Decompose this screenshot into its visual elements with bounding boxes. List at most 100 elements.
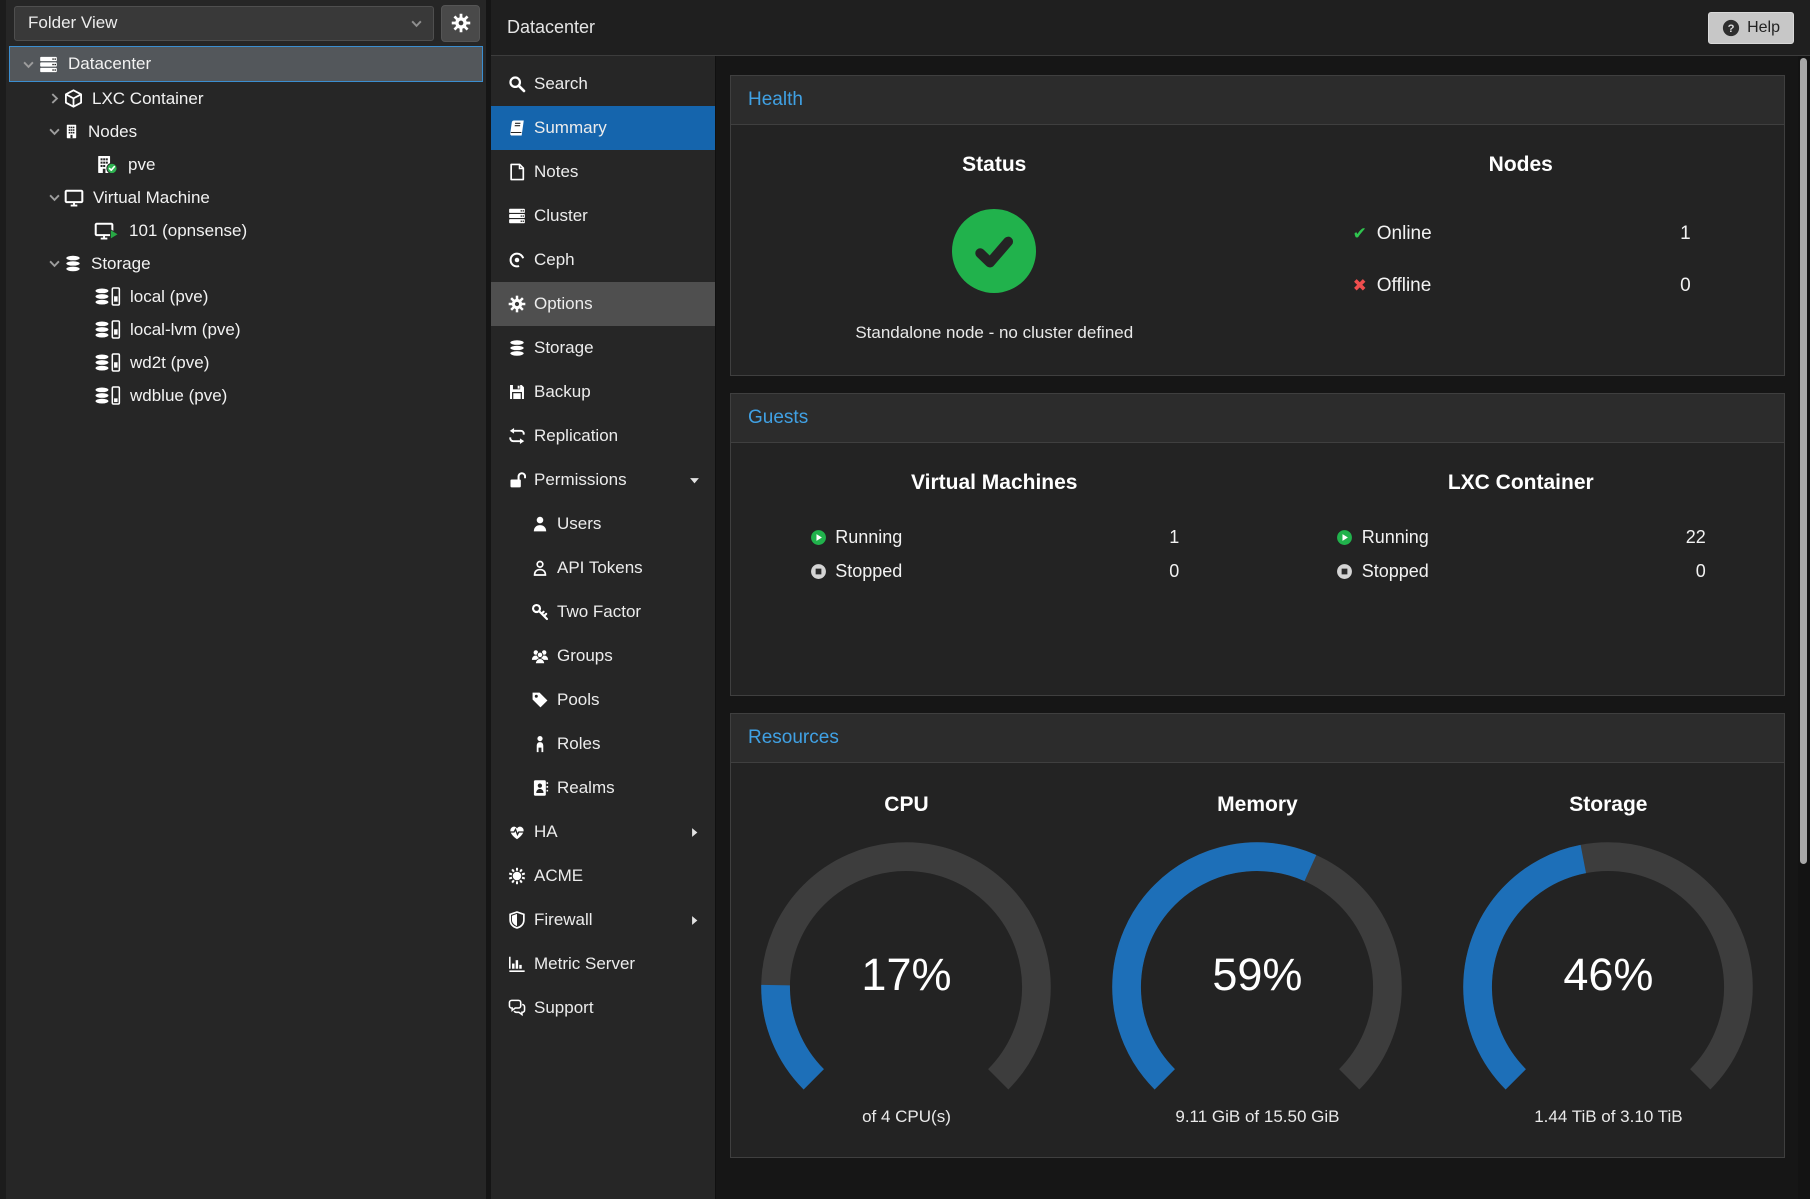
tree-item-lxc-container[interactable]: LXC Container [9, 82, 483, 115]
lxc-running-count: 22 [1686, 527, 1706, 548]
menu-item-ha[interactable]: HA [491, 810, 715, 854]
user-o-icon [531, 559, 557, 577]
cpu-usage-percent: 17% [756, 949, 1056, 1001]
lxc-stopped-label: Stopped [1362, 561, 1429, 582]
virtual-machines-column: Virtual Machines Running 1 Stopped [731, 471, 1258, 671]
tree-item-label: local-lvm (pve) [130, 320, 241, 340]
users-icon [531, 647, 557, 665]
menu-item-realms[interactable]: Realms [491, 766, 715, 810]
tree-item-wd2t-pve[interactable]: wd2t (pve) [9, 346, 483, 379]
vm-stopped-label: Stopped [835, 561, 902, 582]
health-panel-title: Health [731, 76, 1784, 125]
caret-right-icon[interactable] [689, 827, 700, 838]
desktop-icon [64, 188, 84, 207]
tree-settings-button[interactable] [441, 5, 480, 42]
resources-panel-body: CPU 17% of 4 CPU(s) Memory [731, 763, 1784, 1157]
expander-down-icon[interactable] [44, 192, 64, 203]
tree-item-storage[interactable]: Storage [9, 247, 483, 280]
menu-item-label: Notes [534, 162, 578, 182]
storage-usage-detail: 1.44 TiB of 3.10 TiB [1433, 1107, 1784, 1127]
guests-panel: Guests Virtual Machines Running 1 [730, 393, 1785, 696]
key-icon [531, 603, 557, 621]
resource-tree-panel: Folder View Datacenter LXC Container Nodes… [0, 0, 491, 1199]
menu-item-search[interactable]: Search [491, 62, 715, 106]
expander-right-icon[interactable] [44, 93, 64, 104]
menu-item-label: Backup [534, 382, 591, 402]
vm-stopped-row: Stopped 0 [809, 561, 1179, 582]
view-mode-label: Folder View [28, 13, 410, 33]
lxc-stopped-row: Stopped 0 [1336, 561, 1706, 582]
tree-item-101-opnsense[interactable]: 101 (opnsense) [9, 214, 483, 247]
cpu-heading: CPU [731, 793, 1082, 817]
nodes-online-row: ✔ Online 1 [1351, 223, 1691, 245]
menu-item-groups[interactable]: Groups [491, 634, 715, 678]
expander-down-icon[interactable] [18, 59, 38, 70]
menu-item-roles[interactable]: Roles [491, 722, 715, 766]
vm-heading: Virtual Machines [731, 471, 1258, 495]
expander-down-icon[interactable] [44, 126, 64, 137]
tree-item-local-lvm-pve[interactable]: local-lvm (pve) [9, 313, 483, 346]
status-heading: Status [731, 153, 1258, 177]
menu-item-cluster[interactable]: Cluster [491, 194, 715, 238]
menu-item-two-factor[interactable]: Two Factor [491, 590, 715, 634]
view-mode-select[interactable]: Folder View [14, 6, 434, 41]
role-icon [531, 735, 557, 753]
server-icon [38, 55, 59, 74]
help-button-label: Help [1747, 19, 1780, 37]
menu-item-label: Cluster [534, 206, 588, 226]
tree-item-label: Datacenter [68, 54, 151, 74]
health-ok-icon [952, 209, 1036, 293]
tree-item-datacenter[interactable]: Datacenter [9, 46, 483, 82]
storage-gauge: 46% [1458, 841, 1758, 1099]
menu-item-support[interactable]: Support [491, 986, 715, 1030]
menu-item-ceph[interactable]: Ceph [491, 238, 715, 282]
nodes-offline-row: ✖ Offline 0 [1351, 275, 1691, 297]
database-icon [508, 339, 534, 357]
menu-item-metric-server[interactable]: Metric Server [491, 942, 715, 986]
scrollbar-thumb[interactable] [1800, 58, 1807, 864]
caret-right-icon[interactable] [689, 915, 700, 926]
ceph-icon [508, 251, 534, 269]
nodes-heading: Nodes [1258, 153, 1785, 177]
unlock-icon [508, 471, 534, 489]
menu-item-label: Support [534, 998, 594, 1018]
menu-item-label: Replication [534, 426, 618, 446]
nodes-status-column: Nodes ✔ Online 1 ✖ Offline [1258, 153, 1785, 351]
menu-item-replication[interactable]: Replication [491, 414, 715, 458]
expander-down-icon[interactable] [44, 258, 64, 269]
acme-icon [508, 867, 534, 885]
tree-item-wdblue-pve[interactable]: wdblue (pve) [9, 379, 483, 412]
tree-item-label: Nodes [88, 122, 137, 142]
tree-item-pve[interactable]: pve [9, 148, 483, 181]
menu-item-permissions[interactable]: Permissions [491, 458, 715, 502]
stopped-icon [809, 563, 827, 580]
check-icon: ✔ [1351, 224, 1369, 244]
menu-item-api-tokens[interactable]: API Tokens [491, 546, 715, 590]
menu-item-label: Users [557, 514, 601, 534]
menu-item-users[interactable]: Users [491, 502, 715, 546]
help-button[interactable]: ? Help [1708, 12, 1794, 44]
tree-item-virtual-machine[interactable]: Virtual Machine [9, 181, 483, 214]
tree-item-nodes[interactable]: Nodes [9, 115, 483, 148]
menu-item-summary[interactable]: Summary [491, 106, 715, 150]
menu-item-storage[interactable]: Storage [491, 326, 715, 370]
menu-item-options[interactable]: Options [491, 282, 715, 326]
tree-item-local-pve[interactable]: local (pve) [9, 280, 483, 313]
lxc-running-row: Running 22 [1336, 527, 1706, 548]
menu-item-label: Roles [557, 734, 600, 754]
menu-item-notes[interactable]: Notes [491, 150, 715, 194]
lxc-stopped-count: 0 [1696, 561, 1706, 582]
menu-item-firewall[interactable]: Firewall [491, 898, 715, 942]
chevron-down-icon [410, 17, 423, 30]
database-gauge-icon [94, 320, 121, 339]
menu-item-pools[interactable]: Pools [491, 678, 715, 722]
lxc-counts: Running 22 Stopped 0 [1336, 527, 1706, 582]
vm-running-row: Running 1 [809, 527, 1179, 548]
menu-item-acme[interactable]: ACME [491, 854, 715, 898]
cross-icon: ✖ [1351, 276, 1369, 296]
main-area: Datacenter ? Help SearchSummaryNotesClus… [491, 0, 1810, 1199]
book-icon [508, 119, 534, 137]
menu-item-label: Groups [557, 646, 613, 666]
menu-item-backup[interactable]: Backup [491, 370, 715, 414]
caret-down-icon[interactable] [689, 475, 700, 486]
